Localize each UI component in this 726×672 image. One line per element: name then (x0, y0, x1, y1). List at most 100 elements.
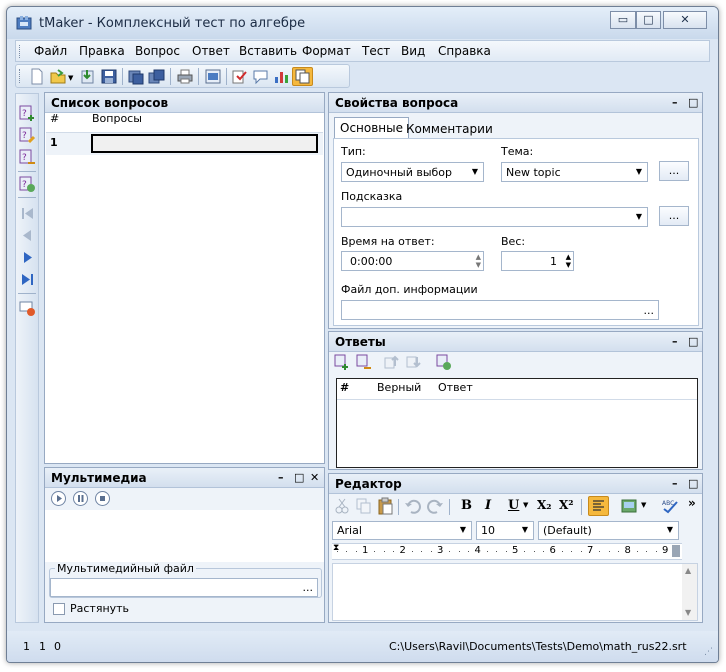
superscript-button[interactable]: X² (559, 498, 574, 512)
time-input[interactable]: 0:00:00 ▲ ▼ (341, 251, 484, 271)
menu-test[interactable]: Тест (362, 44, 390, 58)
scroll-up-icon[interactable]: ▲ (685, 566, 691, 575)
menu-file[interactable]: Файл (34, 44, 67, 58)
menu-help[interactable]: Справка (438, 44, 491, 58)
menu-format[interactable]: Формат (302, 44, 351, 58)
panel-minimize-icon[interactable]: – (672, 477, 678, 490)
bold-button[interactable]: B (461, 498, 472, 513)
paste-icon[interactable] (377, 497, 394, 515)
type-select[interactable]: Одиночный выбор ▼ (341, 162, 484, 182)
undo-icon[interactable] (404, 498, 422, 514)
italic-button[interactable]: I (485, 498, 491, 513)
topic-browse-button[interactable]: ... (659, 161, 689, 181)
style-select[interactable]: (Default) ▼ (538, 521, 679, 540)
first-icon[interactable] (19, 205, 36, 222)
extra-file-browse-button[interactable]: ... (644, 304, 655, 317)
image-dropdown-icon[interactable]: ▼ (641, 501, 646, 509)
menu-answer[interactable]: Ответ (192, 44, 230, 58)
spellcheck-icon[interactable]: ABC (661, 498, 679, 514)
underline-button[interactable]: U (508, 498, 519, 513)
editor-header: Редактор (329, 474, 702, 494)
media-browse-button[interactable]: ... (303, 581, 314, 594)
minimize-button[interactable]: ▭ (610, 11, 636, 29)
font-select[interactable]: Arial ▼ (332, 521, 472, 540)
stop-icon[interactable] (95, 491, 110, 506)
import-answer-icon[interactable] (435, 354, 452, 371)
prev-icon[interactable] (19, 227, 36, 244)
ruler[interactable]: 1 2 3 4 5 6 7 8 9 ⧗ (332, 543, 682, 560)
import-question-icon[interactable]: ? (19, 176, 36, 193)
panel-close-icon[interactable]: ✕ (310, 471, 319, 484)
import-icon[interactable] (79, 68, 97, 85)
media-file-input[interactable]: ... (50, 578, 318, 597)
panel-maximize-icon[interactable]: □ (688, 335, 698, 348)
weight-input[interactable]: 1 ▲ ▼ (501, 251, 574, 271)
toolbar-overflow-button[interactable]: » (688, 496, 696, 510)
pause-icon[interactable] (73, 491, 88, 506)
move-down-icon[interactable] (405, 354, 422, 371)
menu-edit[interactable]: Правка (79, 44, 125, 58)
last-icon[interactable] (19, 271, 36, 288)
cut-icon[interactable] (334, 498, 350, 514)
hint-select[interactable]: ▼ (341, 207, 648, 227)
check-icon[interactable] (231, 68, 249, 85)
extra-file-input[interactable]: ... (341, 300, 659, 320)
new-icon[interactable] (28, 68, 46, 85)
size-select[interactable]: 10 ▼ (476, 521, 534, 540)
topic-select[interactable]: New topic ▼ (501, 162, 648, 182)
panel-maximize-icon[interactable]: □ (688, 96, 698, 109)
editor-scrollbar[interactable]: ▲ ▼ (682, 564, 697, 620)
resize-grip-icon[interactable]: ⋰ (704, 647, 713, 657)
delete-answer-icon[interactable] (355, 354, 372, 371)
underline-dropdown-icon[interactable]: ▼ (523, 501, 528, 509)
save-as-icon[interactable] (127, 68, 145, 85)
add-answer-icon[interactable] (333, 354, 350, 371)
edit-question-icon[interactable]: ? (19, 127, 36, 144)
editor-text-area[interactable]: ▲ ▼ (332, 563, 698, 621)
save-all-icon[interactable] (148, 68, 166, 85)
play-icon[interactable] (51, 491, 66, 506)
comment-icon[interactable] (252, 68, 270, 85)
tab-comments[interactable]: Комментарии (401, 119, 498, 139)
delete-question-icon[interactable]: ? (19, 149, 36, 166)
hint-browse-button[interactable]: ... (659, 206, 689, 226)
stretch-checkbox[interactable] (53, 603, 65, 615)
panel-maximize-icon[interactable]: □ (688, 477, 698, 490)
open-dropdown-icon[interactable]: ▼ (68, 74, 73, 82)
maximize-button[interactable]: □ (636, 11, 661, 29)
question-cell[interactable] (91, 134, 318, 153)
answers-grid[interactable]: # Верный Ответ (336, 378, 698, 468)
table-row[interactable]: 1 (46, 133, 323, 155)
image-icon[interactable] (621, 498, 638, 514)
open-icon[interactable] (49, 68, 67, 85)
save-icon[interactable] (100, 68, 118, 85)
close-button[interactable]: ✕ (663, 11, 707, 29)
copy-icon[interactable] (292, 67, 313, 86)
panel-minimize-icon[interactable]: – (278, 471, 284, 484)
menu-insert[interactable]: Вставить (239, 44, 297, 58)
tab-main[interactable]: Основные (334, 117, 410, 139)
right-margin-icon[interactable] (672, 545, 680, 557)
chart-icon[interactable] (273, 68, 291, 85)
menu-view[interactable]: Вид (401, 44, 425, 58)
align-left-icon[interactable] (588, 496, 609, 516)
spin-icon[interactable]: ▲ ▼ (476, 253, 481, 269)
redo-icon[interactable] (426, 498, 444, 514)
subscript-button[interactable]: X₂ (537, 498, 552, 512)
move-up-icon[interactable] (383, 354, 400, 371)
copy-text-icon[interactable] (355, 498, 371, 514)
ruler-tick (646, 551, 648, 552)
add-question-icon[interactable]: ? (19, 105, 36, 122)
next-icon[interactable] (19, 249, 36, 266)
preview-question-icon[interactable] (19, 300, 36, 317)
spin-icon[interactable]: ▲ ▼ (566, 253, 571, 269)
print-icon[interactable] (176, 68, 194, 85)
panel-minimize-icon[interactable]: – (672, 96, 678, 109)
panel-minimize-icon[interactable]: – (672, 335, 678, 348)
scroll-down-icon[interactable]: ▼ (685, 608, 691, 617)
ruler-tick (411, 551, 413, 552)
preview-icon[interactable] (204, 68, 222, 85)
menu-question[interactable]: Вопрос (135, 44, 180, 58)
indent-marker-icon[interactable]: ⧗ (333, 543, 339, 553)
panel-maximize-icon[interactable]: □ (294, 471, 304, 484)
